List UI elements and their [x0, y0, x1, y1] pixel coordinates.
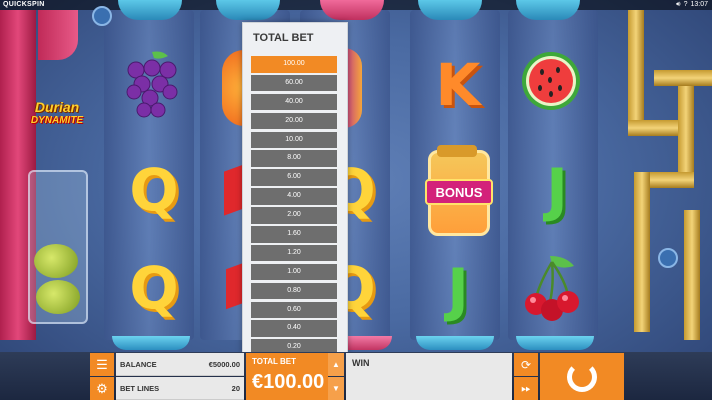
bottom-bowl: [112, 336, 190, 350]
valve-icon: [658, 248, 678, 268]
hamburger-icon: ☰: [96, 356, 108, 372]
autoplay-button[interactable]: ⟳: [514, 353, 538, 376]
bet-lines-label: BET LINES: [120, 383, 160, 393]
pipe-segment: [684, 210, 700, 340]
bet-option[interactable]: 20.00: [251, 112, 337, 130]
spin-button[interactable]: [540, 353, 624, 400]
bet-option[interactable]: 8.00: [251, 150, 337, 167]
j-symbol: J: [447, 256, 469, 324]
durian-icon: [34, 244, 78, 278]
bonus-symbol: BONUS: [425, 145, 493, 238]
caret-down-icon: ▼: [332, 384, 340, 393]
bet-option[interactable]: 6.00: [251, 169, 337, 186]
menu-button[interactable]: ☰: [90, 353, 114, 376]
brand-label: QUICKSPIN: [3, 1, 45, 8]
grapes-symbol: [122, 48, 182, 118]
bottom-bowl: [416, 336, 494, 350]
top-funnel: [418, 0, 482, 20]
logo-line-1: Durian: [34, 99, 80, 115]
gear-icon: ⚙: [96, 380, 108, 396]
total-bet-button[interactable]: TOTAL BET €100.00: [246, 353, 328, 400]
clock: 13:07: [690, 1, 708, 8]
status-right: 🔊︎ ? 13:07: [676, 0, 708, 10]
help-icon[interactable]: ?: [684, 0, 688, 10]
pipe-segment: [628, 10, 644, 130]
bet-option[interactable]: 60.00: [251, 74, 337, 92]
grapes-icon: [126, 51, 178, 118]
watermelon-icon: [522, 52, 580, 110]
bet-option[interactable]: 0.40: [251, 320, 337, 337]
cherries-symbol: [520, 252, 584, 324]
settings-button[interactable]: ⚙: [90, 377, 114, 400]
pipe-segment: [634, 172, 650, 332]
seven-symbol: [224, 164, 244, 216]
autoplay-icon: ⟳: [520, 357, 532, 372]
bet-option[interactable]: 1.60: [251, 226, 337, 243]
bet-options-list: 100.00 60.00 40.00 20.00 10.00 8.00 6.00 4.00 2.…: [251, 56, 337, 358]
bet-option[interactable]: 1.20: [251, 244, 337, 262]
logo-line-2: DYNAMITE: [30, 115, 84, 126]
bet-option[interactable]: 2.00: [251, 207, 337, 224]
left-pipe-elbow: [38, 10, 78, 60]
game-stage: QUICKSPIN 🔊︎ ? 13:07 Durian DYNAMITE Q Q…: [0, 0, 712, 400]
bet-option[interactable]: 0.80: [251, 282, 337, 300]
top-funnel: [216, 0, 280, 20]
top-funnel: [118, 0, 182, 20]
balance-value: €5000.00: [208, 359, 240, 369]
top-funnel: [516, 0, 580, 20]
balance-label: BALANCE: [120, 359, 157, 369]
total-bet-value: €100.00: [252, 371, 325, 393]
watermelon-symbol: [520, 50, 582, 112]
turbo-button[interactable]: ⏩︎: [514, 377, 538, 400]
bet-option[interactable]: 4.00: [251, 188, 337, 205]
total-bet-label: TOTAL BET: [252, 357, 296, 366]
bet-lines-value: 20: [231, 383, 240, 393]
k-symbol: K: [435, 51, 481, 119]
total-bet-panel-title: TOTAL BET: [253, 32, 314, 44]
j-symbol: J: [546, 156, 568, 224]
bottom-bowl: [516, 336, 594, 350]
pipe-segment: [654, 70, 712, 86]
game-logo: Durian DYNAMITE: [22, 100, 92, 134]
cherries-icon: [525, 256, 579, 321]
speaker-icon[interactable]: 🔊︎: [676, 0, 680, 10]
balance-row: BALANCE €5000.00: [116, 353, 244, 376]
right-pipes: [624, 10, 712, 340]
caret-up-icon: ▲: [332, 360, 340, 369]
bonus-jar-icon: BONUS: [425, 145, 493, 236]
q-symbol: Q: [129, 156, 179, 224]
durian-icon: [36, 280, 80, 314]
win-display: WIN: [346, 353, 512, 400]
top-funnel: [320, 0, 384, 20]
orange-symbol: [222, 50, 244, 126]
bet-option[interactable]: 100.00: [251, 56, 337, 73]
pipe-segment: [678, 70, 694, 180]
spin-arrow-icon: [567, 361, 597, 392]
bet-option[interactable]: 0.60: [251, 301, 337, 319]
total-bet-panel: TOTAL BET 100.00 60.00 40.00 20.00 10.00 8.00…: [242, 22, 348, 356]
bonus-label: BONUS: [425, 179, 493, 205]
bet-option[interactable]: 40.00: [251, 93, 337, 111]
bet-increase-button[interactable]: ▲: [328, 353, 344, 376]
win-label: WIN: [352, 358, 370, 368]
durian-tube: [28, 170, 88, 324]
q-symbol: Q: [129, 254, 179, 322]
fast-forward-icon: ⏩︎: [521, 381, 531, 395]
bet-decrease-button[interactable]: ▼: [328, 377, 344, 400]
bet-option[interactable]: 1.00: [251, 263, 337, 281]
valve-icon: [92, 6, 112, 26]
bet-option[interactable]: 10.00: [251, 131, 337, 149]
bet-lines-row: BET LINES 20: [116, 377, 244, 400]
